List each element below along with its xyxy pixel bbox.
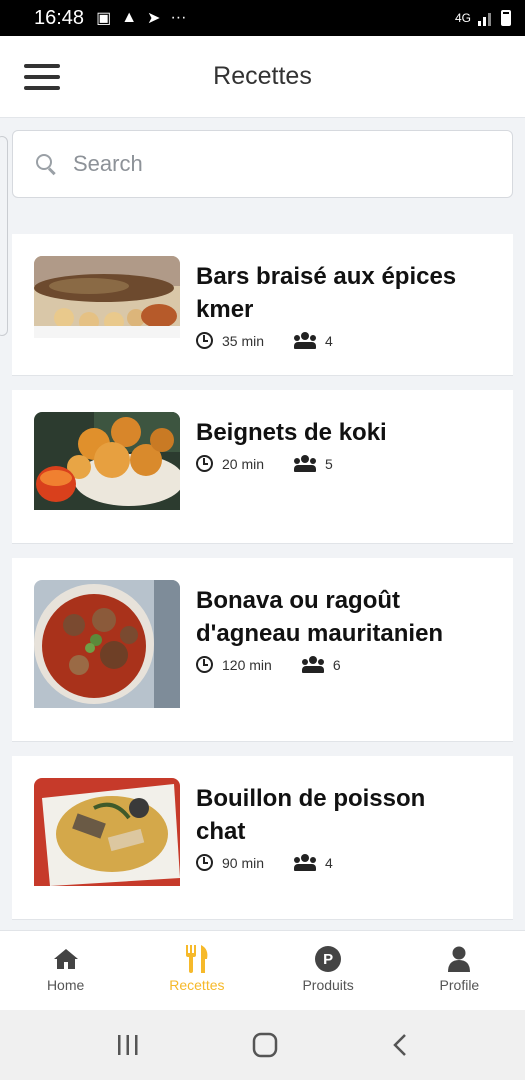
nav-profile[interactable]: Profile (394, 931, 525, 1010)
fork-knife-icon (185, 945, 209, 973)
p-badge-letter: P (315, 946, 342, 972)
users-icon (294, 854, 317, 871)
recipe-meta: 20 min 5 (196, 455, 387, 472)
network-label: 4G (454, 11, 471, 25)
recipe-thumbnail (34, 580, 180, 741)
status-bar: 16:48 ▣ ▲ ➤ ··· 4G (0, 0, 525, 36)
recipe-info: Bonava ou ragoût d'agneau mauritanien 12… (196, 580, 476, 741)
recipe-card[interactable]: Beignets de koki 20 min 5 (12, 390, 513, 544)
battery-icon (501, 10, 511, 26)
recipe-name: Beignets de koki (196, 419, 387, 446)
recipe-meta: 120 min 6 (196, 656, 476, 673)
recipe-info: Bars braisé aux épices kmer 35 min 4 (196, 256, 476, 375)
nav-profile-label: Profile (439, 977, 480, 993)
recipe-meta: 90 min 4 (196, 854, 476, 871)
status-right: 4G (455, 10, 511, 26)
recipe-time: 20 min (222, 455, 265, 472)
system-nav-bar (0, 1010, 525, 1080)
home-button-icon[interactable] (252, 1032, 278, 1058)
telegram-icon: ➤ (147, 10, 161, 27)
nav-produits-label: Produits (302, 977, 354, 993)
recipe-servings: 4 (325, 332, 333, 349)
nav-recettes[interactable]: Recettes (131, 931, 262, 1010)
home-icon (53, 945, 79, 973)
gallery-icon: ▣ (96, 10, 112, 27)
nav-produits[interactable]: P Produits (263, 931, 394, 1010)
recipe-servings: 4 (325, 854, 333, 871)
users-icon (294, 332, 317, 349)
search-icon (35, 153, 57, 175)
recipe-time: 35 min (222, 332, 265, 349)
hamburger-icon[interactable] (24, 64, 60, 90)
user-icon (447, 945, 471, 973)
recent-apps-icon[interactable] (116, 1034, 140, 1056)
search-bar[interactable] (12, 130, 513, 198)
recipe-card[interactable]: Bouillon de poisson chat 90 min 4 (12, 756, 513, 920)
notification-icons: ▣ ▲ ➤ ··· (96, 8, 186, 28)
recipe-time: 90 min (222, 854, 265, 871)
clock-icon (196, 332, 213, 349)
nav-recettes-label: Recettes (169, 977, 225, 993)
recipe-time: 120 min (222, 656, 272, 673)
recipe-thumbnail (34, 256, 180, 375)
search-input[interactable] (73, 151, 473, 177)
recipe-thumbnail (34, 778, 180, 919)
recipe-meta: 35 min 4 (196, 332, 476, 349)
clock-icon (196, 455, 213, 472)
recipe-card[interactable]: Bars braisé aux épices kmer 35 min 4 (12, 234, 513, 376)
recipe-servings: 6 (332, 656, 341, 673)
clock-icon (196, 656, 213, 673)
recipe-info: Beignets de koki 20 min 5 (196, 412, 387, 543)
page-title: Recettes (213, 62, 312, 90)
recipe-thumbnail (34, 412, 180, 543)
clock-icon (196, 854, 213, 871)
recipe-card[interactable]: Bonava ou ragoût d'agneau mauritanien 12… (12, 558, 513, 742)
recipe-info: Bouillon de poisson chat 90 min 4 (196, 778, 476, 919)
recipe-servings: 5 (325, 455, 333, 472)
app-bar: Recettes (0, 36, 525, 118)
status-time: 16:48 (34, 6, 85, 29)
recipe-name: Bars braisé aux épices kmer (196, 263, 457, 323)
bottom-nav: Home Recettes P Produits Profile (0, 930, 525, 1010)
drawer-edge[interactable] (0, 136, 8, 336)
p-badge-icon: P (315, 945, 342, 973)
back-icon[interactable] (391, 1032, 409, 1058)
recipe-list: Bars braisé aux épices kmer 35 min 4 Bei… (12, 234, 513, 934)
nav-home[interactable]: Home (0, 931, 131, 1010)
warning-icon: ▲ (121, 9, 138, 26)
users-icon (301, 656, 324, 673)
signal-icon (478, 13, 491, 26)
more-icon: ··· (170, 9, 187, 26)
users-icon (294, 455, 317, 472)
nav-home-label: Home (46, 977, 85, 993)
recipe-name: Bonava ou ragoût d'agneau mauritanien (196, 587, 444, 647)
recipe-name: Bouillon de poisson chat (196, 785, 426, 845)
